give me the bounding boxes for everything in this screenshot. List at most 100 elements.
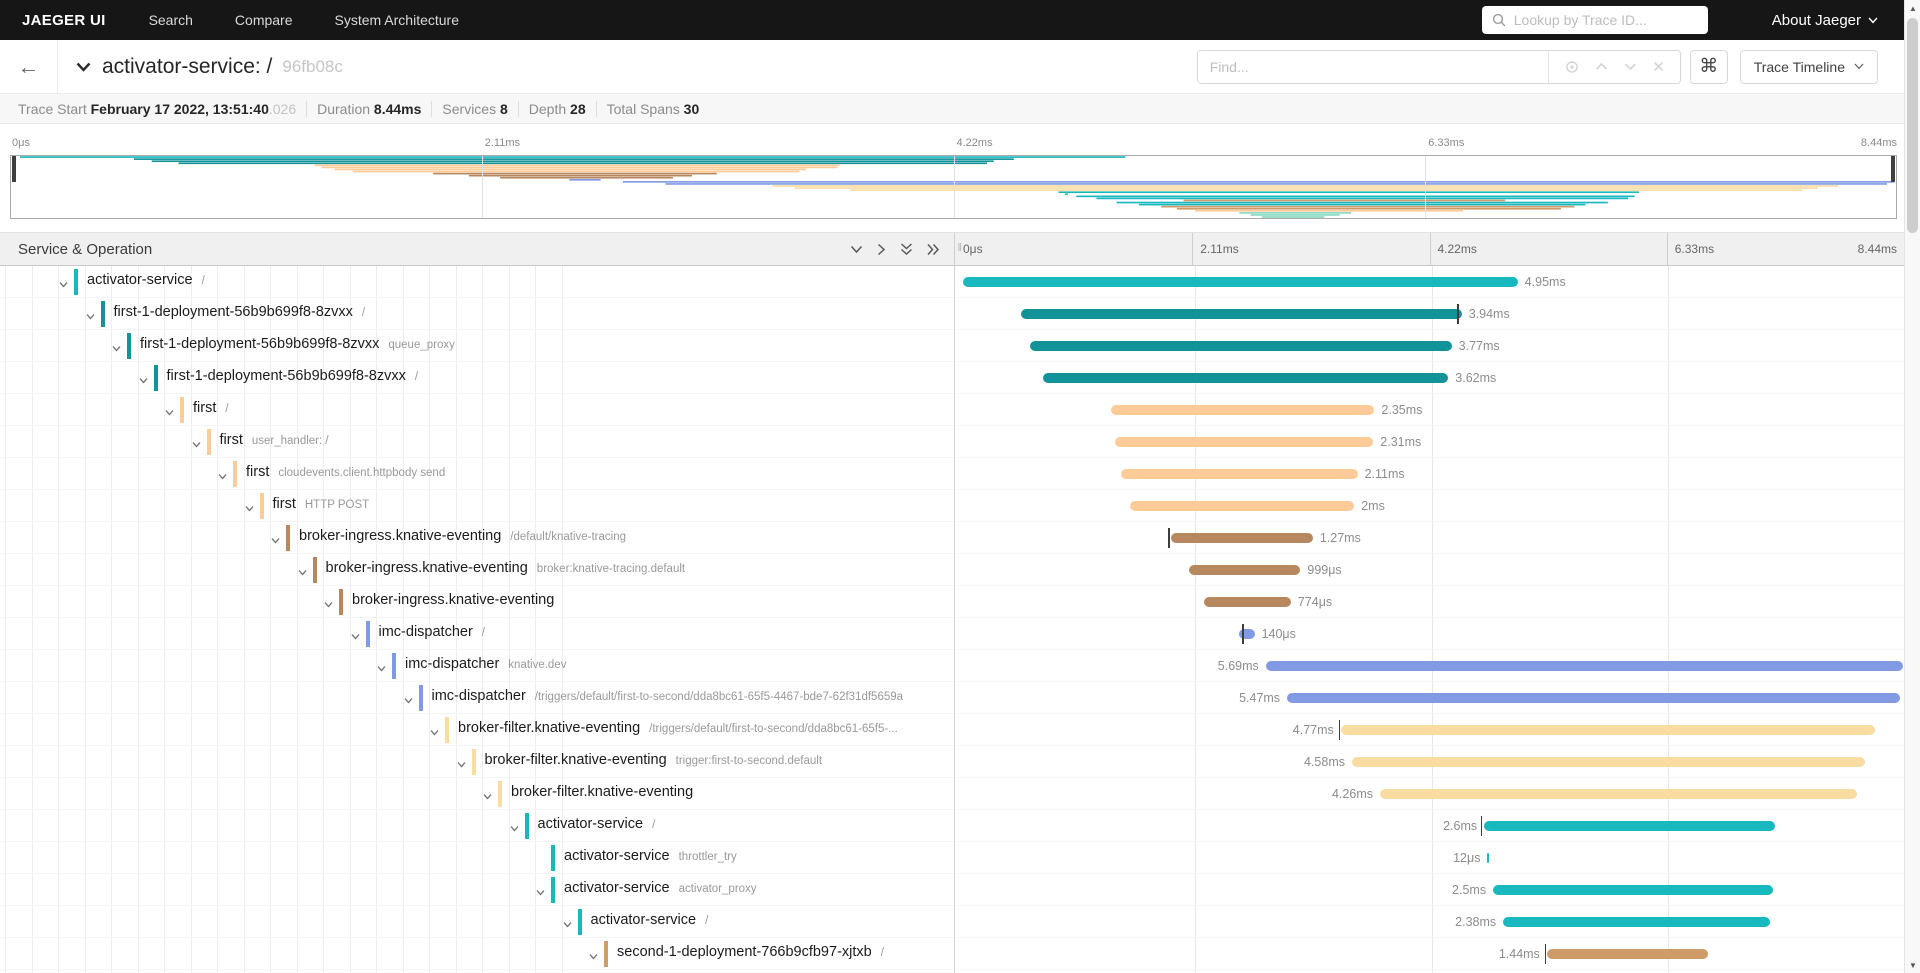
keyboard-shortcuts-button[interactable]: ⌘	[1690, 50, 1728, 84]
span-duration-bar[interactable]	[1189, 565, 1301, 575]
expand-chevron-down-icon[interactable]	[535, 885, 546, 896]
scrollbar-up-arrow-icon[interactable]: ▲	[1905, 0, 1920, 16]
expand-chevron-down-icon[interactable]	[244, 501, 255, 512]
span-tree-row[interactable]: activator-service/	[0, 810, 954, 842]
span-bar-row[interactable]: 3.62ms	[956, 362, 1904, 394]
span-tree-row[interactable]: broker-ingress.knative-eventing/default/…	[0, 522, 954, 554]
expand-chevron-down-icon[interactable]	[588, 949, 599, 960]
span-bar-row[interactable]: 5.47ms	[956, 682, 1904, 714]
span-duration-bar[interactable]	[1115, 437, 1374, 447]
span-duration-bar[interactable]	[1021, 309, 1462, 319]
span-bar-row[interactable]: 2ms	[956, 490, 1904, 522]
span-bar-row[interactable]: 1.27ms	[956, 522, 1904, 554]
span-bar-row[interactable]: 1.44ms	[956, 938, 1904, 970]
span-tree-row[interactable]: broker-filter.knative-eventingtrigger:fi…	[0, 746, 954, 778]
expand-chevron-down-icon[interactable]	[85, 309, 96, 320]
expand-all-double-chevron-right-icon[interactable]	[927, 243, 940, 256]
span-tree-row[interactable]: first-1-deployment-56b9b699f8-8zvxxqueue…	[0, 330, 954, 362]
expand-chevron-down-icon[interactable]	[111, 341, 122, 352]
prev-match-chevron-up-icon[interactable]	[1595, 62, 1608, 71]
span-bar-row[interactable]: 2.6ms	[956, 810, 1904, 842]
span-tree-row[interactable]: imc-dispatcher/	[0, 618, 954, 650]
span-duration-bar[interactable]	[1380, 789, 1857, 799]
panel-splitter-handle[interactable]: ‖	[957, 242, 963, 254]
expand-chevron-down-icon[interactable]	[164, 405, 175, 416]
span-bar-row[interactable]: 774μs	[956, 586, 1904, 618]
expand-chevron-down-icon[interactable]	[350, 629, 361, 640]
expand-chevron-down-icon[interactable]	[217, 469, 228, 480]
span-bar-row[interactable]: 2.11ms	[956, 458, 1904, 490]
span-duration-bar[interactable]	[1030, 341, 1452, 351]
minimap-canvas[interactable]	[10, 155, 1897, 219]
focus-match-icon[interactable]	[1565, 60, 1579, 74]
span-duration-bar[interactable]	[1487, 853, 1489, 863]
expand-chevron-down-icon[interactable]	[58, 277, 69, 288]
span-duration-bar[interactable]	[1171, 533, 1313, 543]
span-bar-row[interactable]: 12μs	[956, 842, 1904, 874]
span-duration-bar[interactable]	[963, 277, 1517, 287]
span-duration-bar[interactable]	[1503, 917, 1769, 927]
span-tree-row[interactable]: activator-service/	[0, 906, 954, 938]
span-tree-row[interactable]: activator-service/	[0, 266, 954, 298]
expand-chevron-down-icon[interactable]	[376, 661, 387, 672]
next-match-chevron-down-icon[interactable]	[1624, 62, 1637, 71]
span-duration-bar[interactable]	[1121, 469, 1357, 479]
expand-chevron-down-icon[interactable]	[191, 437, 202, 448]
span-duration-bar[interactable]	[1484, 821, 1775, 831]
span-tree-row[interactable]: imc-dispatcherknative.dev	[0, 650, 954, 682]
span-duration-bar[interactable]	[1204, 597, 1291, 607]
span-tree-row[interactable]: broker-ingress.knative-eventingbroker:kn…	[0, 554, 954, 586]
clear-find-icon[interactable]	[1653, 61, 1664, 72]
minimap-left-drag-handle[interactable]	[12, 156, 16, 182]
span-bar-row[interactable]: 140μs	[956, 618, 1904, 650]
trace-view-select[interactable]: Trace Timeline	[1740, 50, 1878, 84]
span-tree-row[interactable]: broker-ingress.knative-eventing	[0, 586, 954, 618]
scrollbar-down-arrow-icon[interactable]: ▼	[1905, 957, 1920, 973]
find-input[interactable]	[1198, 51, 1548, 83]
span-tree-row[interactable]: broker-filter.knative-eventing	[0, 778, 954, 810]
nav-link-search[interactable]: Search	[128, 12, 214, 28]
span-bar-row[interactable]: 2.38ms	[956, 906, 1904, 938]
span-duration-bar[interactable]	[1266, 661, 1903, 671]
span-tree-row[interactable]: broker-filter.knative-eventing/triggers/…	[0, 714, 954, 746]
span-duration-bar[interactable]	[1341, 725, 1875, 735]
span-tree-row[interactable]: firstcloudevents.client.httpbody send	[0, 458, 954, 490]
expand-chevron-down-icon[interactable]	[509, 821, 520, 832]
trace-lookup-box[interactable]	[1482, 6, 1708, 34]
span-bar-row[interactable]: 3.94ms	[956, 298, 1904, 330]
expand-chevron-down-icon[interactable]	[403, 693, 414, 704]
vertical-scrollbar[interactable]: ▲ ▼	[1904, 0, 1920, 973]
span-bar-row[interactable]: 4.77ms	[956, 714, 1904, 746]
span-duration-bar[interactable]	[1043, 373, 1448, 383]
jaeger-logo[interactable]: JAEGER UI	[0, 12, 128, 29]
span-tree-row[interactable]: activator-serviceactivator_proxy	[0, 874, 954, 906]
span-bar-row[interactable]: 999μs	[956, 554, 1904, 586]
span-tree-row[interactable]: second-1-deployment-766b9cfb97-xjtxb/	[0, 938, 954, 970]
scrollbar-thumb[interactable]	[1907, 18, 1918, 233]
span-tree-row[interactable]: first-1-deployment-56b9b699f8-8zvxx/	[0, 362, 954, 394]
span-duration-bar[interactable]	[1239, 629, 1255, 639]
span-bar-row[interactable]: 2.35ms	[956, 394, 1904, 426]
span-duration-bar[interactable]	[1547, 949, 1708, 959]
span-tree-row[interactable]: imc-dispatcher/triggers/default/first-to…	[0, 682, 954, 714]
span-tree-row[interactable]: first/	[0, 394, 954, 426]
collapse-trace-header-chevron-icon[interactable]	[76, 62, 91, 72]
span-duration-bar[interactable]	[1493, 885, 1773, 895]
span-tree-row[interactable]: activator-servicethrottler_try	[0, 842, 954, 874]
expand-chevron-down-icon[interactable]	[456, 757, 467, 768]
span-tree-row[interactable]: firstHTTP POST	[0, 490, 954, 522]
span-bar-row[interactable]: 5.69ms	[956, 650, 1904, 682]
span-duration-bar[interactable]	[1287, 693, 1899, 703]
expand-chevron-down-icon[interactable]	[482, 789, 493, 800]
expand-chevron-down-icon[interactable]	[138, 373, 149, 384]
nav-link-system-architecture[interactable]: System Architecture	[314, 12, 481, 28]
span-bar-row[interactable]: 2.31ms	[956, 426, 1904, 458]
span-tree-row[interactable]: firstuser_handler: /	[0, 426, 954, 458]
about-jaeger-menu[interactable]: About Jaeger	[1772, 12, 1904, 29]
expand-one-chevron-right-icon[interactable]	[877, 243, 886, 256]
span-bar-row[interactable]: 2.5ms	[956, 874, 1904, 906]
expand-chevron-down-icon[interactable]	[323, 597, 334, 608]
span-bar-row[interactable]: 4.26ms	[956, 778, 1904, 810]
span-bar-row[interactable]: 4.95ms	[956, 266, 1904, 298]
span-bar-row[interactable]: 3.77ms	[956, 330, 1904, 362]
